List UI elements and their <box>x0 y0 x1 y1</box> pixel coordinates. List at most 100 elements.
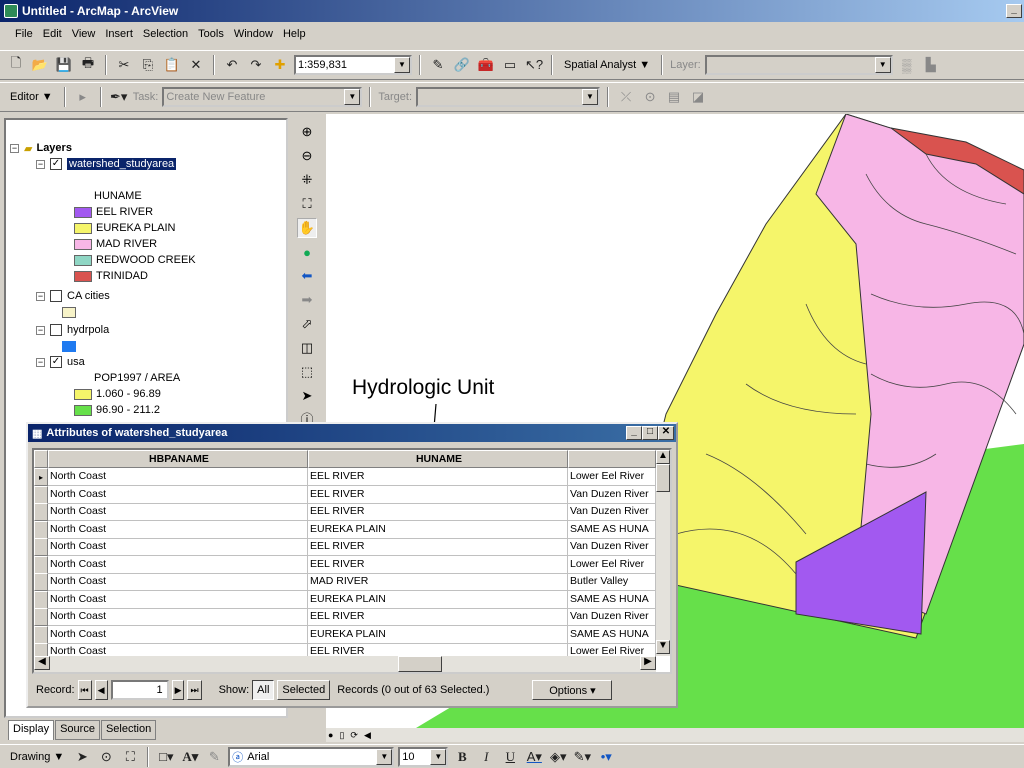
chevron-down-icon[interactable]: ▼ <box>430 748 447 765</box>
layer-watershed[interactable]: − ✓ watershed_studyarea <box>36 156 177 172</box>
marker-color-icon[interactable]: •▾ <box>596 747 616 767</box>
italic-icon[interactable]: I <box>476 747 496 767</box>
table-cell[interactable]: North Coast <box>48 503 308 521</box>
new-document-icon[interactable]: 🗋 <box>6 55 26 75</box>
select-elements-icon[interactable]: ⬚ <box>297 362 317 382</box>
spatial-analyst-menu[interactable]: Spatial Analyst ▼ <box>560 59 654 71</box>
underline-icon[interactable]: U <box>500 747 520 767</box>
delete-icon[interactable]: ✕ <box>186 55 206 75</box>
table-cell[interactable]: Lower Eel River <box>568 555 656 574</box>
font-name-combo[interactable]: ⓐ Arial ▼ <box>228 746 395 767</box>
column-header[interactable]: HBPANAME <box>48 450 308 468</box>
task-combo[interactable]: Create New Feature ▼ <box>162 87 363 107</box>
full-extent-globe-icon[interactable]: ● <box>297 242 317 262</box>
attributes-title-bar[interactable]: ▦ Attributes of watershed_studyarea _ □ … <box>28 424 676 442</box>
table-cell[interactable]: EEL RIVER <box>308 485 568 504</box>
tab-source[interactable]: Source <box>55 720 100 740</box>
chevron-down-icon[interactable]: ▼ <box>344 89 361 105</box>
scroll-down-icon[interactable]: ▼ <box>656 640 670 654</box>
row-selector[interactable] <box>34 538 48 556</box>
menu-file[interactable]: File <box>10 28 38 40</box>
column-header[interactable] <box>568 450 656 468</box>
pointer-arrow-icon[interactable]: ➤ <box>297 386 317 406</box>
row-selector[interactable] <box>34 573 48 591</box>
layer-name[interactable]: hydrpola <box>67 324 109 336</box>
attribute-table[interactable]: HBPANAME HUNAME ▸ North Coast EEL RIVER Low… <box>32 448 672 674</box>
data-view-icon[interactable]: ● <box>328 730 333 740</box>
split-tool-icon[interactable]: ⤫ <box>616 87 636 107</box>
layer-combo[interactable]: ▼ <box>704 55 893 75</box>
layer-name[interactable]: CA cities <box>67 290 110 302</box>
scroll-right-icon[interactable]: ▶ <box>640 656 656 670</box>
drawing-menu[interactable]: Drawing ▼ <box>6 751 68 763</box>
horizontal-scrollbar[interactable]: ◀ ▶ <box>34 656 656 672</box>
print-icon[interactable]: 🖶 <box>78 55 98 75</box>
table-cell[interactable]: EEL RIVER <box>308 538 568 556</box>
layer-visibility-checkbox[interactable]: ✓ <box>50 356 62 368</box>
line-color-icon[interactable]: ✎▾ <box>572 747 592 767</box>
layer-name[interactable]: usa <box>67 356 85 368</box>
row-selector[interactable] <box>34 590 48 609</box>
chevron-down-icon[interactable]: ▼ <box>874 57 891 73</box>
table-cell[interactable]: Van Duzen River <box>568 608 656 626</box>
select-elements-arrow-icon[interactable]: ➤ <box>72 747 92 767</box>
first-record-icon[interactable]: ⏮ <box>77 680 92 700</box>
layers-root[interactable]: − ▰ Layers <box>10 140 72 156</box>
sketch-tool-icon[interactable]: ✒▾ <box>109 87 129 107</box>
map-scale-combo[interactable]: 1:359,831 ▼ <box>294 55 412 75</box>
layer-usa[interactable]: − ✓ usa <box>36 354 85 370</box>
sketch-properties-icon[interactable]: ◪ <box>688 87 708 107</box>
table-cell[interactable]: EEL RIVER <box>308 468 568 486</box>
fill-color-icon[interactable]: ◈▾ <box>548 747 568 767</box>
layer-ca-cities[interactable]: − CA cities <box>36 288 110 304</box>
back-arrow-icon[interactable]: ⬅ <box>297 266 317 286</box>
layer-visibility-checkbox[interactable] <box>50 290 62 302</box>
layer-name[interactable]: watershed_studyarea <box>67 158 177 170</box>
command-line-icon[interactable]: ▭ <box>500 55 520 75</box>
next-record-icon[interactable]: ▶ <box>171 680 185 700</box>
table-cell[interactable]: North Coast <box>48 625 308 644</box>
copy-icon[interactable]: ⎘ <box>138 55 158 75</box>
table-cell[interactable]: EUREKA PLAIN <box>308 590 568 609</box>
histogram-icon[interactable]: ▙ <box>921 55 941 75</box>
layer-visibility-checkbox[interactable]: ✓ <box>50 158 62 170</box>
scroll-thumb[interactable] <box>656 464 670 492</box>
collapse-icon[interactable]: − <box>36 159 45 169</box>
refresh-icon[interactable]: ⟳ <box>350 730 358 741</box>
editor-toolbar-icon[interactable]: ✎ <box>428 55 448 75</box>
table-cell[interactable]: North Coast <box>48 468 308 486</box>
select-features-icon[interactable]: ⬀ <box>297 314 317 334</box>
chevron-down-icon[interactable]: ▼ <box>582 89 599 105</box>
scroll-left-icon[interactable]: ◀ <box>364 730 371 741</box>
table-cell[interactable]: North Coast <box>48 573 308 591</box>
table-cell[interactable]: Van Duzen River <box>568 538 656 556</box>
last-record-icon[interactable]: ⏭ <box>187 680 202 700</box>
pan-hand-icon[interactable]: ✋ <box>297 218 317 238</box>
layer-visibility-checkbox[interactable] <box>50 324 62 336</box>
redo-icon[interactable]: ↷ <box>246 55 266 75</box>
clear-selection-icon[interactable]: ◫ <box>297 338 317 358</box>
open-folder-icon[interactable]: 📂 <box>30 55 50 75</box>
layer-hydrpola[interactable]: − hydrpola <box>36 322 109 338</box>
forward-arrow-icon[interactable]: ➡ <box>297 290 317 310</box>
row-selector[interactable] <box>34 608 48 626</box>
table-cell[interactable]: SAME AS HUNA <box>568 625 656 644</box>
table-cell[interactable]: EUREKA PLAIN <box>308 625 568 644</box>
row-selector[interactable] <box>34 520 48 539</box>
column-header[interactable]: HUNAME <box>308 450 568 468</box>
editor-menu[interactable]: Editor ▼ <box>6 91 57 103</box>
table-cell[interactable]: North Coast <box>48 608 308 626</box>
table-cell[interactable]: North Coast <box>48 520 308 539</box>
menu-insert[interactable]: Insert <box>100 28 138 40</box>
minimize-button[interactable]: _ <box>1006 4 1022 18</box>
table-cell[interactable]: Van Duzen River <box>568 485 656 504</box>
table-cell[interactable]: EEL RIVER <box>308 503 568 521</box>
collapse-icon[interactable]: − <box>36 357 45 367</box>
paste-icon[interactable]: 📋 <box>162 55 182 75</box>
zoom-out-icon[interactable]: ⊖ <box>297 146 317 166</box>
table-cell[interactable]: MAD RIVER <box>308 573 568 591</box>
undo-icon[interactable]: ↶ <box>222 55 242 75</box>
tab-selection[interactable]: Selection <box>100 720 157 740</box>
row-selector[interactable] <box>34 485 48 504</box>
table-cell[interactable]: North Coast <box>48 590 308 609</box>
